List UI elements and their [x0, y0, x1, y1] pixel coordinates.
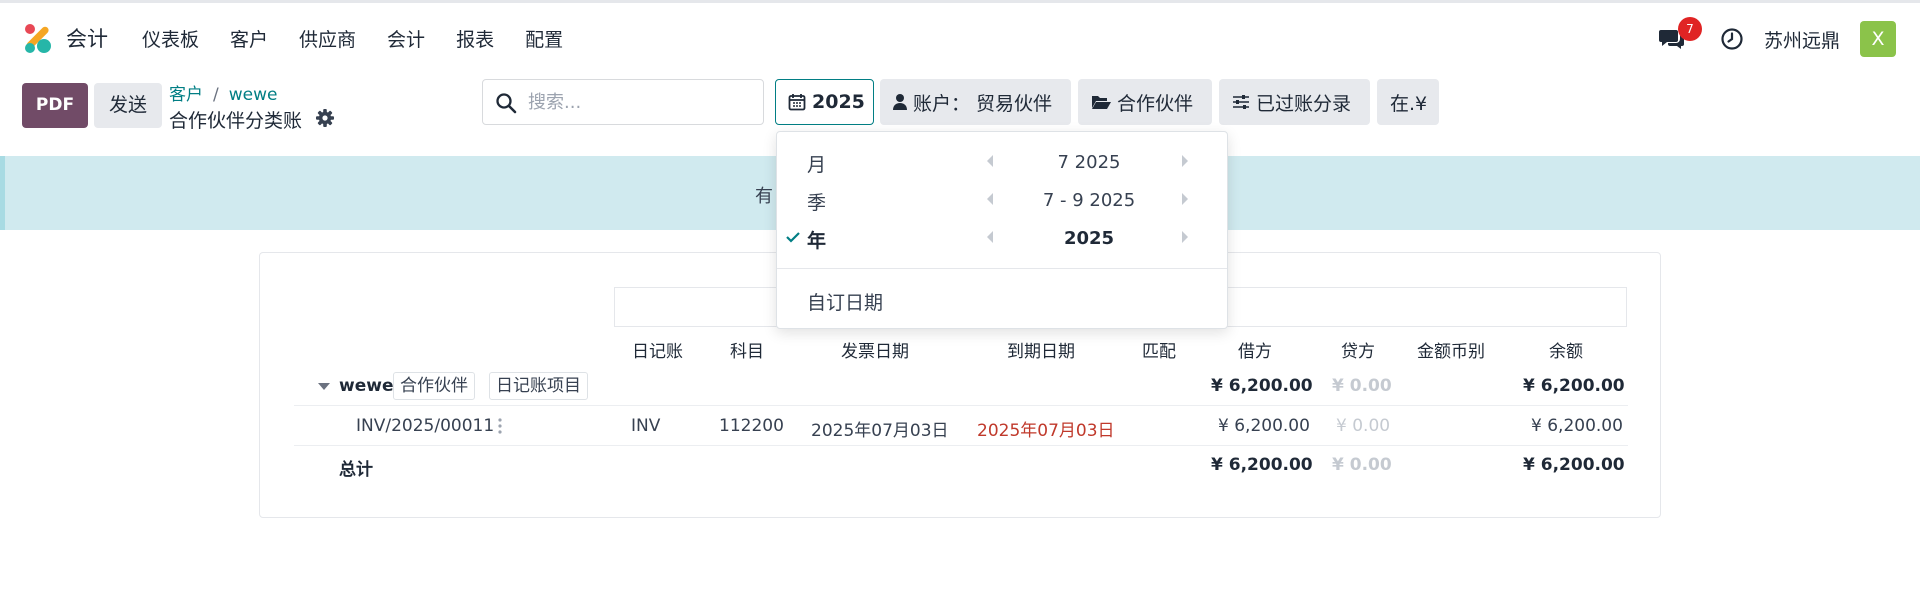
user-avatar[interactable]: X [1860, 21, 1896, 57]
company-switcher[interactable]: 苏州远鼎 [1764, 26, 1840, 53]
check-icon [786, 232, 800, 243]
breadcrumb-customers[interactable]: 客户 [169, 85, 203, 105]
currency-filter-button[interactable]: 在.¥ [1377, 79, 1439, 125]
line-account: 112200 [719, 416, 784, 436]
group-credit: ¥ 0.00 [1332, 376, 1392, 396]
column-account[interactable]: 科目 [730, 337, 764, 362]
line-due-date: 2025年07月03日 [977, 421, 1115, 441]
period-month-label[interactable]: 月 [807, 150, 826, 177]
odoo-accounting-logo-icon[interactable] [22, 22, 52, 54]
prev-quarter-icon[interactable] [987, 193, 993, 205]
menu-configuration[interactable]: 配置 [525, 25, 563, 52]
clock-icon[interactable] [1720, 27, 1744, 51]
navbar-systray: 7 苏州远鼎 X [1658, 17, 1896, 59]
column-journal[interactable]: 日记账 [632, 337, 683, 362]
prev-year-icon[interactable] [987, 231, 993, 243]
column-due-date[interactable]: 到期日期 [1007, 337, 1075, 362]
row-divider [294, 405, 1628, 406]
line-move-name[interactable]: INV/2025/00011 [356, 416, 494, 436]
user-icon [893, 94, 907, 110]
search-icon [496, 93, 517, 114]
custom-date-option[interactable]: 自订日期 [807, 288, 883, 315]
folder-open-icon [1092, 96, 1111, 109]
send-button[interactable]: 发送 [94, 83, 162, 128]
search-box [482, 79, 764, 125]
period-quarter-label[interactable]: 季 [807, 188, 826, 215]
row-divider [294, 445, 1628, 446]
menu-accounting[interactable]: 会计 [387, 25, 425, 52]
kebab-menu-icon[interactable] [498, 418, 502, 434]
dropdown-divider [777, 268, 1227, 269]
journal-items-tag[interactable]: 日记账项目 [489, 372, 588, 400]
partner-tag[interactable]: 合作伙伴 [393, 372, 475, 400]
column-amount-currency[interactable]: 金额币别 [1417, 337, 1485, 362]
breadcrumb-wewe[interactable]: wewe [229, 85, 278, 105]
account-filter-label: 账户： 贸易伙伴 [913, 92, 1053, 115]
line-debit: ¥ 6,200.00 [1218, 416, 1310, 436]
column-balance[interactable]: 余额 [1549, 337, 1583, 362]
notification-badge: 7 [1677, 17, 1702, 41]
app-name[interactable]: 会计 [66, 23, 108, 53]
column-credit[interactable]: 贷方 [1341, 337, 1375, 362]
currency-filter-label: 在.¥ [1390, 92, 1428, 115]
line-journal: INV [631, 416, 661, 436]
account-filter-button[interactable]: 账户： 贸易伙伴 [880, 79, 1071, 125]
menu-dashboard[interactable]: 仪表板 [142, 25, 199, 52]
line-invoice-date: 2025年07月03日 [811, 421, 949, 441]
collapse-caret-icon[interactable] [318, 383, 330, 390]
total-debit: ¥ 6,200.00 [1211, 455, 1313, 475]
total-credit: ¥ 0.00 [1332, 455, 1392, 475]
column-debit[interactable]: 借方 [1238, 337, 1272, 362]
line-credit: ¥ 0.00 [1336, 416, 1391, 436]
next-quarter-icon[interactable] [1182, 193, 1188, 205]
period-quarter-value[interactable]: 7 - 9 2025 [1009, 190, 1169, 211]
next-month-icon[interactable] [1182, 155, 1188, 167]
alert-text: 有 [755, 186, 773, 207]
menu-vendors[interactable]: 供应商 [299, 25, 356, 52]
total-label: 总计 [339, 460, 373, 480]
column-matching[interactable]: 匹配 [1142, 337, 1176, 362]
partner-filter-label: 合作伙伴 [1117, 92, 1194, 115]
period-year-value[interactable]: 2025 [1009, 228, 1169, 249]
next-year-icon[interactable] [1182, 231, 1188, 243]
search-input[interactable] [528, 88, 753, 116]
main-menu: 仪表板 客户 供应商 会计 报表 配置 [142, 25, 594, 52]
pdf-button[interactable]: PDF [22, 83, 88, 128]
line-balance: ¥ 6,200.00 [1531, 416, 1623, 436]
period-month-value[interactable]: 7 2025 [1009, 152, 1169, 173]
breadcrumb: 客户 / wewe [169, 85, 278, 105]
messaging-button[interactable]: 7 [1658, 17, 1702, 53]
menu-customers[interactable]: 客户 [230, 25, 268, 52]
date-filter-button[interactable]: 2025 [775, 79, 874, 125]
page-title: 合作伙伴分类账 [169, 110, 303, 132]
top-navbar: 会计 仪表板 客户 供应商 会计 报表 配置 7 苏州远鼎 X [0, 0, 1920, 72]
period-year-label[interactable]: 年 [807, 226, 826, 253]
partner-group-name[interactable]: wewe [339, 376, 393, 396]
column-invoice-date[interactable]: 发票日期 [841, 337, 909, 362]
prev-month-icon[interactable] [987, 155, 993, 167]
menu-reporting[interactable]: 报表 [456, 25, 494, 52]
date-filter-label: 2025 [812, 91, 865, 113]
posted-entries-filter-label: 已过账分录 [1256, 92, 1352, 115]
gear-icon[interactable] [315, 108, 335, 128]
group-balance: ¥ 6,200.00 [1523, 376, 1625, 396]
partner-filter-button[interactable]: 合作伙伴 [1078, 79, 1212, 125]
date-filter-dropdown: 月 7 2025 季 7 - 9 2025 年 2025 自订日期 [776, 131, 1228, 329]
total-balance: ¥ 6,200.00 [1523, 455, 1625, 475]
calendar-icon [788, 94, 806, 111]
group-debit: ¥ 6,200.00 [1211, 376, 1313, 396]
posted-entries-filter-button[interactable]: 已过账分录 [1219, 79, 1370, 125]
sliders-icon [1233, 95, 1249, 109]
